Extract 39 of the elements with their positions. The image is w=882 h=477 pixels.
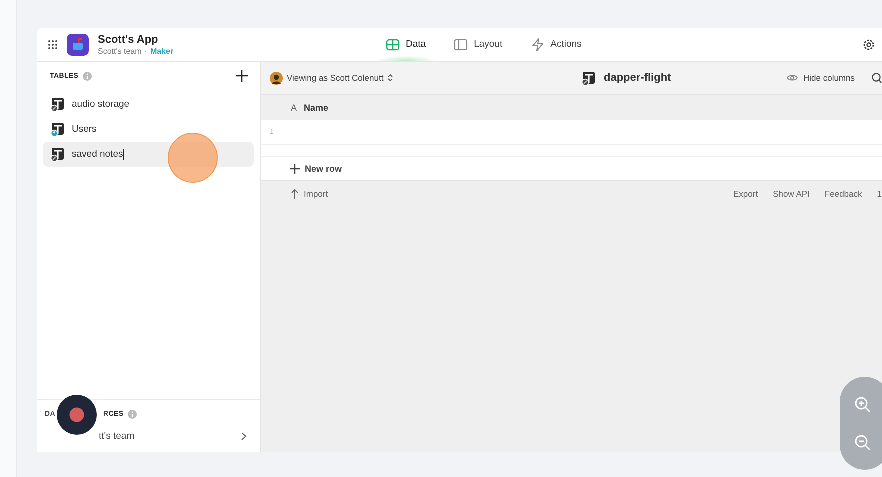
tab[interactable]: Actions	[522, 28, 590, 61]
table-icon	[582, 70, 597, 86]
apps-menu-icon[interactable]	[48, 40, 58, 50]
role-label: Maker	[150, 46, 174, 56]
new-row-button[interactable]: New row	[290, 164, 342, 174]
chevron-right-icon	[241, 432, 247, 441]
footer-link[interactable]: Show API	[773, 189, 810, 199]
avatar-icon	[270, 72, 283, 84]
hide-columns-button[interactable]: Hide columns	[786, 73, 855, 83]
tab[interactable]: Layout	[446, 28, 511, 61]
search-icon[interactable]	[872, 72, 882, 84]
info-icon	[82, 72, 92, 80]
add-icon[interactable]	[236, 70, 248, 82]
footer-link[interactable]: Feedback	[824, 189, 862, 199]
add-icon	[290, 164, 300, 174]
table-title: dapper-flight	[604, 72, 672, 84]
info-icon	[128, 410, 137, 419]
footer-link[interactable]: Export	[733, 189, 758, 199]
footer-link[interactable]: 1	[877, 189, 882, 199]
layout-icon	[454, 38, 468, 52]
column-header[interactable]: A Name	[291, 102, 329, 112]
table-item[interactable]: Users	[43, 117, 254, 142]
data-source-item[interactable]: tt's team	[45, 431, 247, 442]
table-icon	[51, 122, 66, 137]
table-icon	[51, 97, 66, 112]
separator: ·	[144, 46, 148, 56]
import-button[interactable]: Import	[291, 189, 328, 199]
table-icon	[51, 147, 66, 162]
settings-icon[interactable]	[862, 38, 876, 52]
sort-icon	[388, 74, 393, 82]
viewing-as-selector[interactable]: Viewing as Scott Colenutt	[270, 72, 582, 84]
table-icon	[386, 38, 400, 52]
table-item[interactable]: audio storage	[43, 92, 254, 117]
eye-icon	[786, 74, 798, 82]
lightning-icon	[530, 38, 545, 52]
app-logo-icon	[67, 34, 89, 56]
team-name: Scott's team	[98, 46, 142, 56]
app-title: Scott's App	[98, 34, 160, 46]
arrow-up-icon	[291, 189, 299, 199]
